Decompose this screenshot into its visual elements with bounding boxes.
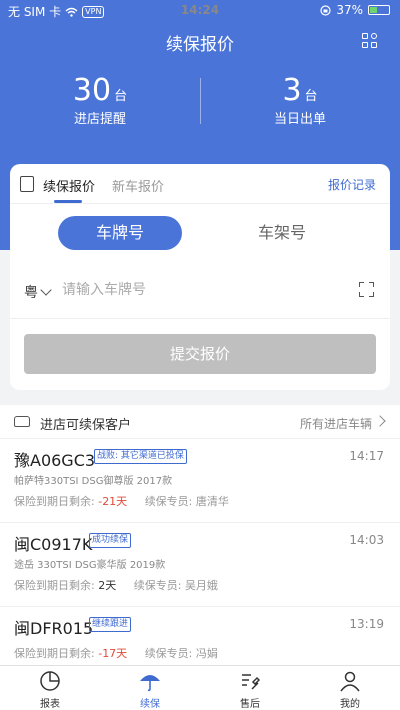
- item-meta: 保险到期日剩余: 2天 续保专员: 吴月娥: [14, 577, 218, 593]
- customer-item[interactable]: 豫A06GC3 战败: 其它渠道已投保 14:17 帕萨特330TSI DSG御…: [0, 439, 400, 523]
- car-model: 途岳 330TSI DSG豪华版 2019款: [14, 560, 166, 571]
- customer-item[interactable]: 闽DFR015 继续跟进 13:19 保险到期日剩余: -17天 续保专员: 冯…: [0, 607, 400, 665]
- status-badge: 战败: 其它渠道已投保: [94, 449, 187, 464]
- all-vehicles-link[interactable]: 所有进店车辆: [300, 415, 372, 432]
- umbrella-icon: [140, 675, 160, 692]
- divider: [10, 318, 390, 319]
- expire-label: 保险到期日剩余:: [14, 647, 95, 660]
- bottom-nav: 报表 续保 售后 我的: [0, 665, 400, 710]
- chevron-down-icon: [40, 284, 52, 296]
- nav-label: 报表: [40, 699, 60, 710]
- grid-menu-icon[interactable]: [362, 33, 378, 49]
- active-tab-indicator: [54, 200, 82, 203]
- specialist-name: 唐清华: [195, 495, 229, 508]
- nav-item-renewal[interactable]: 续保: [100, 669, 200, 710]
- specialist-name: 冯娟: [195, 647, 218, 660]
- nav-label: 售后: [240, 699, 260, 710]
- scan-icon[interactable]: [359, 282, 374, 297]
- days-remaining: -21天: [98, 495, 128, 508]
- tab-renewal-quote[interactable]: 续保报价: [43, 176, 95, 195]
- user-icon: [340, 671, 360, 692]
- nav-item-mine[interactable]: 我的: [300, 669, 400, 710]
- status-badge: 成功续保: [89, 533, 132, 548]
- specialist-label: 续保专员:: [133, 579, 182, 592]
- status-bar: 无 SIM 卡 VPN 14:24 37%: [0, 0, 400, 22]
- segment-vin[interactable]: 车架号: [220, 216, 344, 250]
- visit-time: 13:19: [349, 617, 384, 631]
- submit-quote-button[interactable]: 提交报价: [24, 334, 376, 374]
- battery-icon: [368, 5, 390, 15]
- stat-label: 进店提醒: [73, 112, 126, 127]
- expire-label: 保险到期日剩余:: [14, 579, 95, 592]
- quote-card: 续保报价 新车报价 报价记录 车牌号 车架号 粤 提交报价: [10, 164, 390, 390]
- item-meta: 保险到期日剩余: -17天 续保专员: 冯娟: [14, 645, 218, 661]
- report-icon: [40, 671, 60, 691]
- customer-list: 进店可续保客户 所有进店车辆 豫A06GC3 战败: 其它渠道已投保 14:17…: [0, 405, 400, 665]
- province-select[interactable]: 粤: [24, 282, 52, 302]
- tab-new-car-quote[interactable]: 新车报价: [112, 176, 164, 195]
- stat-daily-issued[interactable]: 3台 当日出单: [200, 73, 400, 128]
- stat-label: 当日出单: [273, 112, 326, 127]
- car-model: 帕萨特330TSI DSG御尊版 2017款: [14, 476, 173, 487]
- segment-plate-number[interactable]: 车牌号: [58, 216, 182, 250]
- stat-value: 3: [282, 73, 302, 108]
- clipboard-icon: [20, 176, 34, 192]
- nav-label: 续保: [140, 699, 160, 710]
- days-remaining: -17天: [98, 647, 128, 660]
- days-remaining: 2天: [98, 579, 117, 592]
- plate-number: 豫A06GC3: [14, 451, 96, 470]
- province-value: 粤: [24, 285, 38, 301]
- quote-log-link[interactable]: 报价记录: [328, 176, 376, 193]
- stat-unit: 台: [114, 89, 128, 104]
- stat-store-reminder[interactable]: 30 台 进店提醒: [0, 73, 200, 128]
- service-icon: [242, 674, 261, 690]
- customer-list-header: 进店可续保客户 所有进店车辆: [0, 405, 400, 439]
- plate-number: 闽C0917K: [14, 535, 93, 554]
- status-badge: 继续跟进: [89, 617, 132, 632]
- battery-percent: 37%: [336, 3, 363, 17]
- page-title: 续保报价: [166, 35, 234, 55]
- chevron-right-icon[interactable]: [374, 415, 386, 427]
- nav-item-aftersales[interactable]: 售后: [200, 669, 300, 710]
- stat-value: 30: [72, 73, 112, 108]
- specialist-name: 吴月娥: [184, 579, 218, 592]
- nav-label: 我的: [340, 699, 360, 710]
- visit-time: 14:03: [349, 533, 384, 547]
- nav-item-report[interactable]: 报表: [0, 669, 100, 710]
- visit-time: 14:17: [349, 449, 384, 463]
- car-icon: [14, 416, 30, 427]
- stat-unit: 台: [304, 89, 318, 104]
- customer-item[interactable]: 闽C0917K 成功续保 14:03 途岳 330TSI DSG豪华版 2019…: [0, 523, 400, 607]
- quote-tabs: 续保报价 新车报价 报价记录: [10, 164, 390, 204]
- item-meta: 保险到期日剩余: -21天 续保专员: 唐清华: [14, 493, 229, 509]
- specialist-label: 续保专员:: [144, 495, 193, 508]
- rotation-lock-icon: [320, 4, 331, 16]
- customer-list-title: 进店可续保客户: [40, 418, 132, 433]
- specialist-label: 续保专员:: [144, 647, 193, 660]
- plate-number: 闽DFR015: [14, 619, 94, 638]
- expire-label: 保险到期日剩余:: [14, 495, 95, 508]
- plate-input[interactable]: [62, 276, 342, 304]
